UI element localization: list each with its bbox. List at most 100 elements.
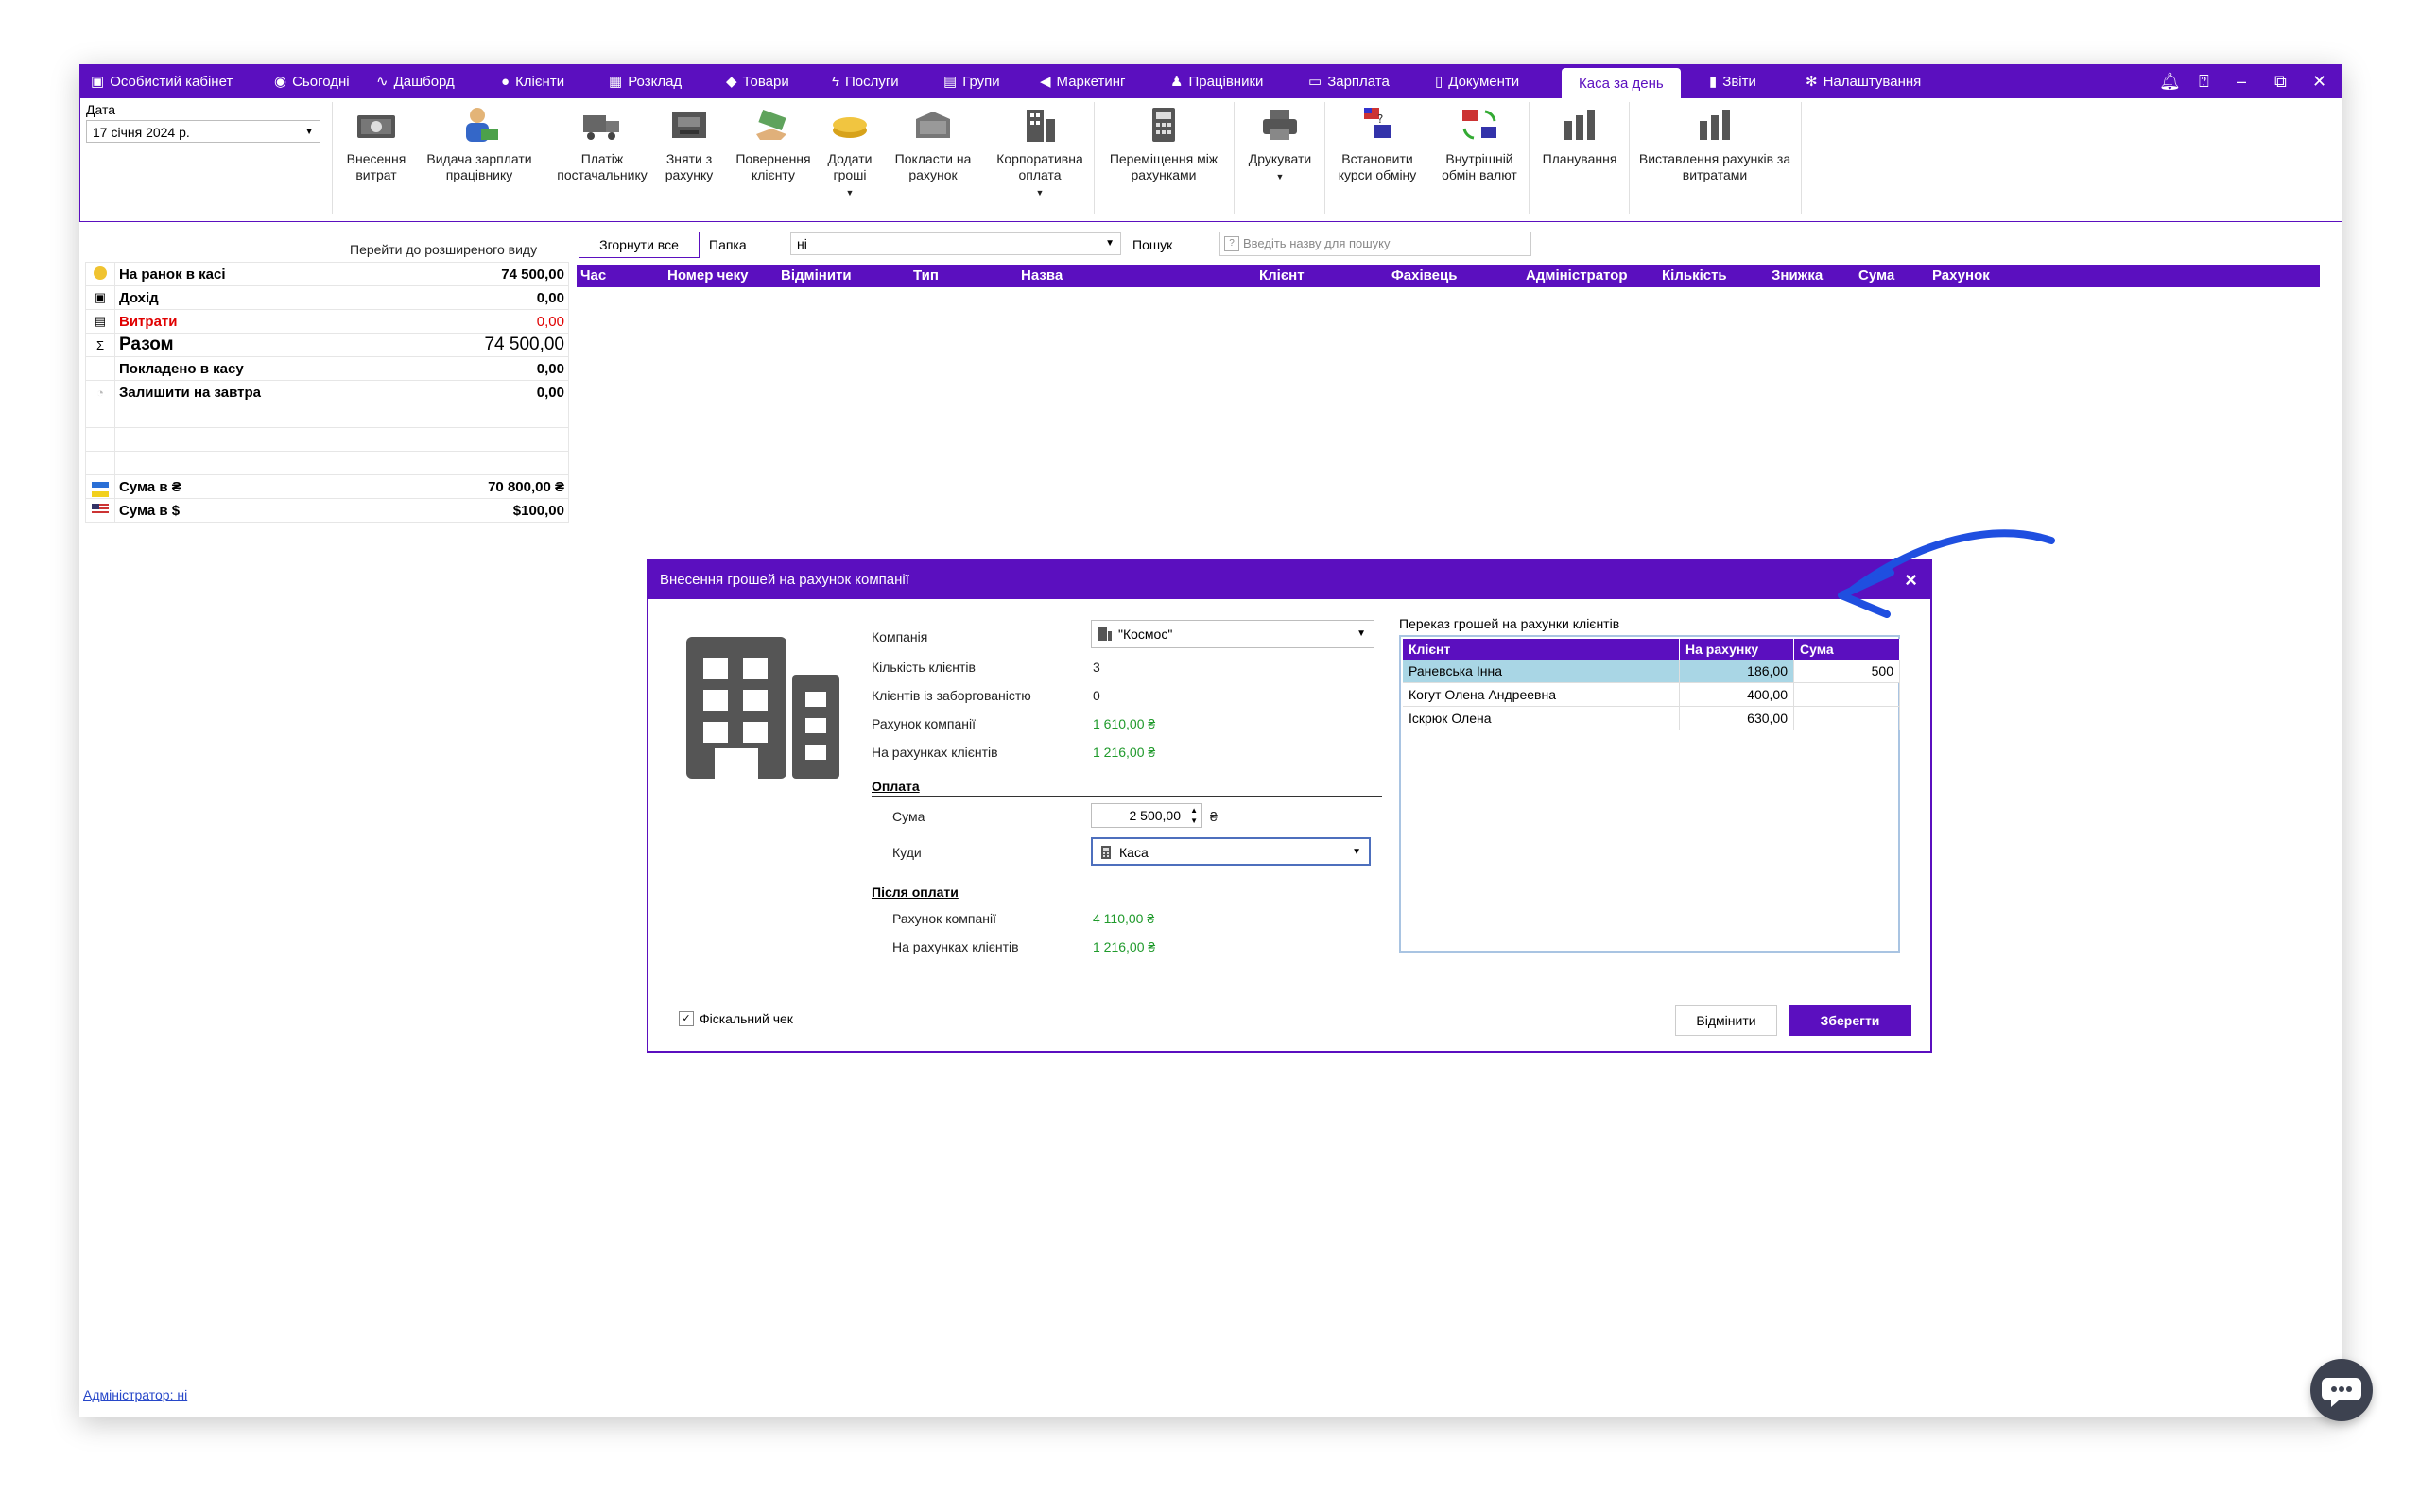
tab-cash-day[interactable]: Каса за день — [1562, 68, 1681, 98]
admin-link[interactable]: Адміністратор: ні — [83, 1387, 187, 1402]
tab-reports[interactable]: ▮ Звіти — [1709, 64, 1756, 98]
save-button[interactable]: Зберегти — [1789, 1005, 1911, 1036]
column-header[interactable]: Час — [580, 265, 606, 287]
expense-entry-button[interactable]: Внесення витрат — [337, 102, 415, 183]
tab-goods[interactable]: ◆ Товари — [726, 64, 789, 98]
column-header[interactable]: Назва — [1021, 265, 1063, 287]
tab-salary[interactable]: ▭ Зарплата — [1308, 64, 1390, 98]
column-header[interactable]: Клієнт — [1259, 265, 1305, 287]
sum-label: Сума — [892, 809, 925, 824]
close-icon[interactable]: ✕ — [2312, 64, 2326, 98]
internal-currency-exchange-button[interactable]: Внутрішній обмін валют — [1434, 102, 1525, 183]
search-input[interactable]: ? Введіть назву для пошуку — [1219, 232, 1531, 256]
calculator-icon — [1101, 846, 1111, 859]
client-sum-input[interactable]: 500 — [1793, 660, 1900, 683]
column-header[interactable]: Фахівець — [1392, 265, 1457, 287]
after-clients-value: 1 216,00 ₴ — [1093, 939, 1156, 954]
deposit-to-account-button[interactable]: Покласти на рахунок — [886, 102, 980, 183]
table-header-row: Клієнт На рахунку Сума — [1403, 639, 1900, 660]
ribbon-separator — [1234, 102, 1235, 214]
set-exchange-rates-button[interactable]: ? Встановити курси обміну — [1330, 102, 1425, 183]
planning-button[interactable]: Планування — [1534, 102, 1625, 167]
leave-for-tomorrow-icon: ◔ — [85, 380, 115, 404]
atm-icon — [672, 112, 706, 138]
transfer-title: Переказ грошей на рахунки клієнтів — [1399, 616, 1620, 631]
summary-value: 0,00 — [458, 285, 569, 310]
column-header[interactable]: Сума — [1858, 265, 1894, 287]
tab-personal-cabinet[interactable]: ▣ Особистий кабінет — [91, 64, 233, 98]
tab-documents[interactable]: ▯ Документи — [1435, 64, 1519, 98]
add-money-button[interactable]: Додати гроші ▼ — [821, 102, 878, 201]
cancel-button[interactable]: Відмінити — [1675, 1005, 1777, 1036]
coins-icon — [833, 117, 867, 138]
debt-clients-label: Клієнтів із заборгованістю — [872, 688, 1031, 703]
summary-row: Сума в ₴ 70 800,00 ₴ — [85, 474, 569, 499]
megaphone-icon: ◀ — [1040, 74, 1051, 90]
column-header[interactable]: Адміністратор — [1526, 265, 1628, 287]
safe-icon — [916, 112, 950, 138]
restore-icon[interactable]: ⧉ — [2274, 64, 2287, 98]
client-transfer-grid: Клієнт На рахунку Сума Раневська Інна 18… — [1399, 635, 1900, 953]
worker-money-icon — [466, 108, 498, 142]
client-name: Раневська Інна — [1403, 660, 1680, 683]
client-sum-input[interactable] — [1793, 706, 1900, 730]
checkmark-icon: ✓ — [679, 1011, 694, 1026]
summary-row: Σ Разом 74 500,00 — [85, 333, 569, 357]
fiscal-receipt-checkbox[interactable]: ✓ Фіскальний чек — [679, 1011, 793, 1026]
pay-salary-button[interactable]: Видача зарплати працівнику — [421, 102, 538, 183]
client-refund-button[interactable]: Повернення клієнту — [729, 102, 818, 183]
expense-invoicing-button[interactable]: Виставлення рахунків за витратами — [1634, 102, 1795, 183]
chevron-down-icon: ▼ — [845, 188, 855, 198]
minimize-icon[interactable]: – — [2237, 64, 2246, 98]
column-header[interactable]: Клієнт — [1403, 639, 1680, 660]
tab-settings[interactable]: ✻ Налаштування — [1806, 64, 1921, 98]
supplier-payment-button[interactable]: Платіж постачальнику — [549, 102, 655, 183]
destination-select[interactable]: Каса ▼ — [1091, 837, 1371, 866]
column-header[interactable]: Відмінити — [781, 265, 852, 287]
client-balance: 186,00 — [1679, 660, 1794, 683]
invoice-chart-icon — [1700, 110, 1730, 140]
payment-section-title: Оплата — [872, 779, 920, 794]
column-header[interactable]: Номер чеку — [667, 265, 748, 287]
tab-services[interactable]: ϟ Послуги — [832, 64, 899, 98]
collapse-all-button[interactable]: Згорнути все — [579, 232, 700, 258]
extended-view-link[interactable]: Перейти до розширеного виду — [350, 242, 537, 257]
print-button[interactable]: Друкувати ▼ — [1239, 102, 1321, 185]
spinner-arrows-icon[interactable]: ▲ ▼ — [1190, 805, 1198, 826]
column-header[interactable]: Тип — [913, 265, 939, 287]
box-icon: ◆ — [726, 74, 737, 90]
wallet-icon: ▣ — [91, 74, 105, 90]
tab-groups[interactable]: ▤ Групи — [943, 64, 1000, 98]
folder-select[interactable]: ні ▼ — [790, 232, 1121, 255]
tab-schedule[interactable]: ▦ Розклад — [609, 64, 682, 98]
date-picker[interactable]: 17 січня 2024 р. ▼ — [86, 120, 320, 143]
column-header[interactable]: На рахунку — [1679, 639, 1794, 660]
table-row[interactable]: Іскрюк Олена 630,00 — [1403, 706, 1900, 730]
table-row[interactable]: Раневська Інна 186,00 500 — [1403, 660, 1900, 683]
tab-today[interactable]: ◉ Сьогодні — [274, 64, 350, 98]
column-header[interactable]: Знижка — [1772, 265, 1823, 287]
summary-label: Залишити на завтра — [114, 380, 458, 404]
tab-clients[interactable]: ● Клієнти — [501, 64, 564, 98]
withdraw-button[interactable]: Зняти з рахунку — [659, 102, 719, 183]
bell-icon[interactable]: 🔔︎ — [2159, 64, 2181, 98]
corporate-payment-button[interactable]: Корпоративна оплата ▼ — [988, 102, 1092, 201]
printer-icon — [1263, 110, 1297, 140]
column-header[interactable]: Рахунок — [1932, 265, 1990, 287]
summary-value: 0,00 — [458, 356, 569, 381]
column-header[interactable]: Сума — [1793, 639, 1900, 660]
summary-value: 74 500,00 — [458, 333, 569, 357]
table-row[interactable]: Когут Олена Андреевна 400,00 — [1403, 682, 1900, 707]
lock-icon[interactable]: ⍰ — [2199, 64, 2209, 98]
after-payment-section-title: Після оплати — [872, 885, 959, 900]
tab-dashboard[interactable]: ∿ Дашборд — [376, 64, 455, 98]
transfer-between-accounts-button[interactable]: Переміщення між рахунками — [1099, 102, 1228, 183]
sum-input[interactable]: 2 500,00 ▲ ▼ — [1091, 803, 1202, 828]
tab-employees[interactable]: ♟ Працівники — [1170, 64, 1263, 98]
column-header[interactable]: Кількість — [1662, 265, 1727, 287]
chat-button[interactable] — [2310, 1359, 2373, 1421]
client-sum-input[interactable] — [1793, 682, 1900, 707]
search-label: Пошук — [1132, 237, 1173, 252]
company-select[interactable]: "Космос" ▼ — [1091, 620, 1374, 648]
tab-marketing[interactable]: ◀ Маркетинг — [1040, 64, 1125, 98]
